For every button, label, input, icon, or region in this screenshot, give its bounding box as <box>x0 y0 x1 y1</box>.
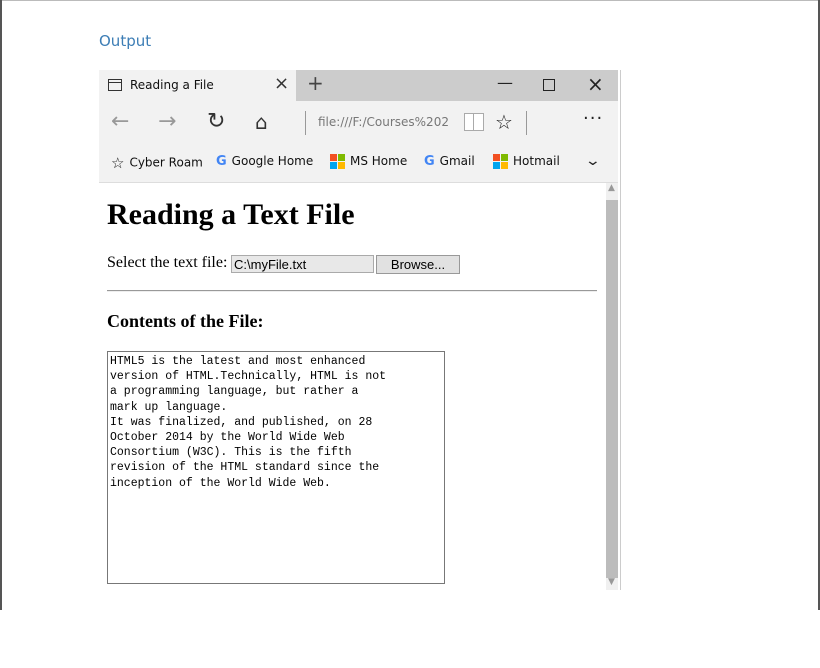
favorite-ms-home[interactable]: MS Home <box>330 154 407 169</box>
horizontal-divider <box>107 290 597 292</box>
favorite-cyber-roam[interactable]: ☆ Cyber Roam <box>111 154 203 172</box>
favorite-hotmail[interactable]: Hotmail <box>493 154 560 169</box>
browser-window: Reading a File × + — × ← → ↻ ⌂ file:///F… <box>99 70 621 590</box>
page-content: Reading a Text File Select the text file… <box>99 183 606 590</box>
favorite-label: Google Home <box>231 154 314 168</box>
microsoft-icon <box>330 154 345 169</box>
favorite-label: MS Home <box>350 154 408 168</box>
favorite-label: Hotmail <box>513 154 560 168</box>
close-tab-icon[interactable]: × <box>274 73 289 94</box>
star-icon: ☆ <box>111 154 125 172</box>
top-border <box>0 0 820 1</box>
title-bar: Reading a File × + — × <box>99 70 618 101</box>
browse-button[interactable]: Browse... <box>376 255 460 274</box>
home-icon[interactable]: ⌂ <box>255 108 268 136</box>
contents-heading: Contents of the File: <box>107 311 264 331</box>
toolbar-separator <box>526 111 527 135</box>
left-border <box>0 0 2 610</box>
google-icon: G <box>424 154 435 169</box>
scroll-thumb[interactable] <box>606 200 618 578</box>
address-bar[interactable]: file:///F:/Courses%202 <box>318 115 456 129</box>
favorites-bar: ☆ Cyber Roam G Google Home MS Home G Gmail … <box>99 145 618 183</box>
tab-title: Reading a File <box>130 78 214 92</box>
window-close-button[interactable]: × <box>587 72 604 96</box>
chevron-down-icon[interactable]: ⌄ <box>585 153 601 169</box>
navigation-bar: ← → ↻ ⌂ file:///F:/Courses%202 ☆ ··· <box>99 101 618 145</box>
maximize-button[interactable] <box>543 79 555 91</box>
refresh-icon[interactable]: ↻ <box>207 108 225 136</box>
reading-view-icon[interactable] <box>464 113 484 131</box>
address-separator <box>305 111 306 135</box>
scroll-down-icon[interactable]: ▼ <box>608 577 615 587</box>
favorite-gmail[interactable]: G Gmail <box>424 154 475 169</box>
favorite-star-icon[interactable]: ☆ <box>495 110 513 134</box>
file-contents-textarea[interactable]: HTML5 is the latest and most enhanced ve… <box>107 351 445 584</box>
vertical-scrollbar[interactable]: ▲ ▼ <box>606 183 618 590</box>
back-arrow-icon[interactable]: ← <box>111 108 129 136</box>
forward-arrow-icon[interactable]: → <box>158 108 176 136</box>
google-icon: G <box>216 154 227 169</box>
favorite-label: Gmail <box>439 154 475 168</box>
tab-page-icon <box>108 79 122 91</box>
scroll-up-icon[interactable]: ▲ <box>608 183 615 193</box>
file-path-field[interactable]: C:\myFile.txt <box>231 255 374 273</box>
minimize-button[interactable]: — <box>497 73 513 92</box>
page-title: Reading a Text File <box>107 198 355 231</box>
favorite-label: Cyber Roam <box>129 155 203 170</box>
more-options-icon[interactable]: ··· <box>583 108 603 129</box>
new-tab-button[interactable]: + <box>307 71 324 95</box>
output-label: Output <box>99 32 152 50</box>
tab-reading-a-file[interactable]: Reading a File × <box>99 70 296 101</box>
microsoft-icon <box>493 154 508 169</box>
favorite-google-home[interactable]: G Google Home <box>216 154 313 169</box>
select-file-label: Select the text file: <box>107 254 228 271</box>
